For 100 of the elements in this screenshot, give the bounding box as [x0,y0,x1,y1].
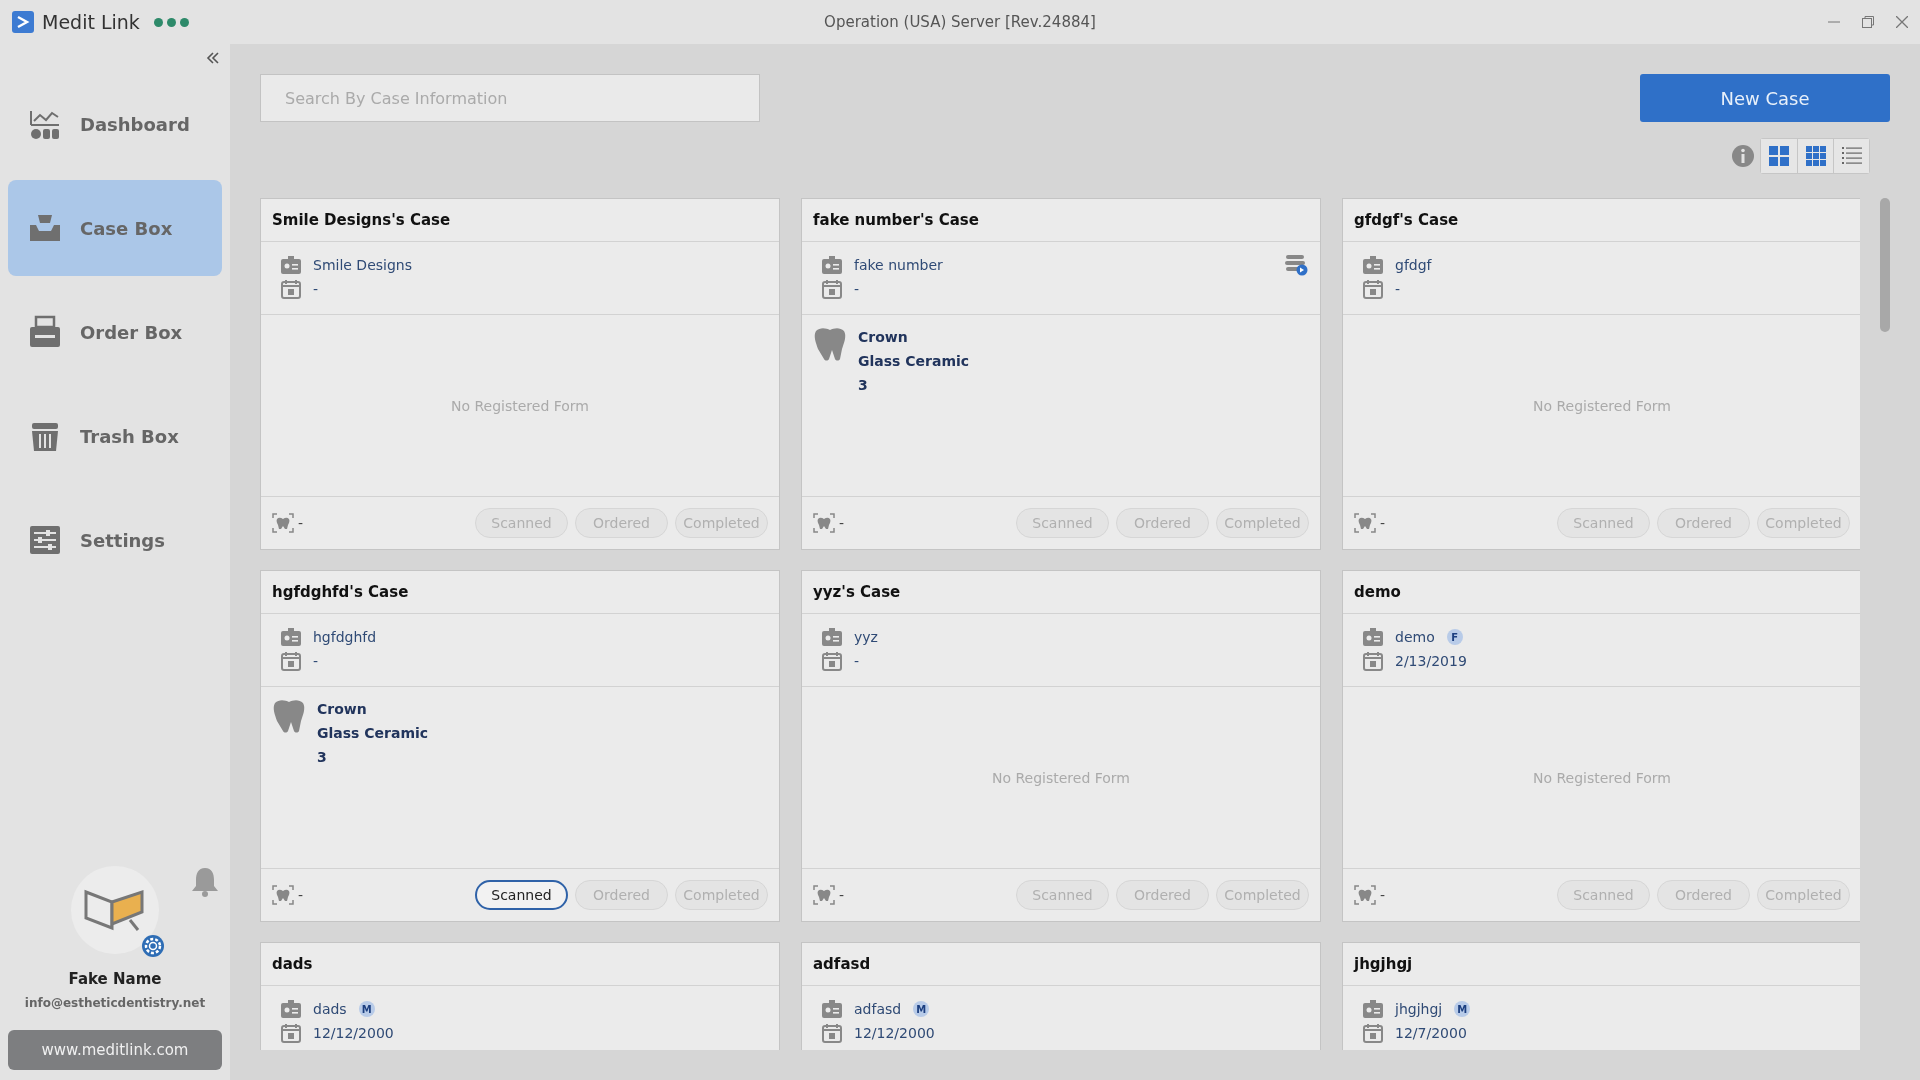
empty-form-text: No Registered Form [1532,397,1671,414]
scanned-tooth-icon [1354,513,1376,533]
empty-form-text: No Registered Form [1532,769,1671,786]
avatar[interactable] [71,866,159,954]
status-button[interactable]: Scanned [475,880,568,910]
view-toggle-button[interactable] [1833,139,1869,173]
calendar-icon [281,1023,301,1043]
gender-badge: M [358,1001,375,1017]
tooth-number: 3 [317,748,328,767]
view-toggle-button[interactable] [1761,139,1797,173]
id-card-icon [281,1000,301,1018]
list-icon [1841,147,1862,165]
case-title: Smile Designs's Case [272,211,451,229]
case-title: adfasd [813,955,871,973]
case-title: demo [1354,583,1401,601]
tooth-number: 3 [858,376,869,395]
id-card-icon [1363,1000,1383,1018]
restoration-material: Glass Ceramic [317,724,429,743]
gender-badge: M [913,1001,930,1017]
sidebar-item[interactable]: Order Box [8,284,222,380]
scan-count: - [839,515,845,531]
sidebar-item[interactable]: Settings [8,492,222,588]
search-field[interactable]: Search By Case Information [260,74,760,122]
empty-form-text: No Registered Form [991,769,1130,786]
id-card-icon [822,628,842,646]
calendar-icon [822,279,842,299]
scan-count: - [839,887,845,903]
patient-name: yyz [854,629,878,645]
case-date: 12/12/2000 [313,1025,394,1041]
gender-badge: F [1446,629,1463,645]
case-date: - [1395,281,1401,297]
scan-count: - [298,515,304,531]
user-name: Fake Name [68,970,162,988]
case-title: hgfdghfd's Case [272,583,409,601]
patient-name: hgfdghfd [313,629,377,645]
scanned-tooth-icon [1354,885,1376,905]
user-email: info@estheticdentistry.net [24,996,206,1010]
app-name: Medit Link [42,11,140,33]
case-title: jhgjhgj [1354,955,1413,973]
patient-name: fake number [854,257,943,273]
calendar-icon [281,651,301,671]
case-date: 12/12/2000 [854,1025,935,1041]
case-date: 2/13/2019 [1395,653,1467,669]
calendar-icon [1363,279,1383,299]
id-card-icon [281,256,301,274]
window-title: Operation (USA) Server [Rev.24884] [824,13,1096,31]
case-date: - [854,653,860,669]
case-date: - [313,281,319,297]
id-card-icon [822,256,842,274]
scanned-tooth-icon [813,885,835,905]
case-title: gfdgf's Case [1354,211,1459,229]
scanned-tooth-icon [272,513,294,533]
info-icon[interactable] [1732,145,1754,167]
status-dots-icon [153,17,189,27]
patient-name: jhgjhgj [1395,1001,1443,1017]
case-card[interactable]: dads dads M 12/12/2000 [260,942,780,1050]
grid-icon [1769,146,1789,166]
new-case-button[interactable]: New Case [1640,74,1890,122]
id-card-icon [281,628,301,646]
case-title: fake number's Case [813,211,979,229]
restoration-type: Crown [858,328,909,347]
sidebar-item[interactable]: Dashboard [8,76,222,172]
id-card-icon [1363,256,1383,274]
scanned-tooth-icon [813,513,835,533]
patient-name: gfdgf [1395,257,1432,273]
scan-count: - [298,887,304,903]
case-title: dads [272,955,313,973]
patient-name: Smile Designs [313,257,412,273]
sidebar-item[interactable]: Case Box [8,180,222,276]
scan-count: - [1380,515,1386,531]
restoration-material: Glass Ceramic [858,352,970,371]
case-date: - [854,281,860,297]
gear-icon [141,934,165,958]
case-date: - [313,653,319,669]
gender-badge: M [1454,1001,1471,1017]
case-title: yyz's Case [813,583,901,601]
view-toggle-button[interactable] [1797,139,1833,173]
calendar-icon [822,651,842,671]
app-logo-icon [12,11,34,33]
website-link[interactable]: www.meditlink.com [8,1030,222,1070]
restoration-type: Crown [317,700,368,719]
patient-name: adfasd [854,1001,902,1017]
grid-icon [1805,146,1826,166]
scanned-tooth-icon [272,885,294,905]
close-icon[interactable] [1896,16,1908,28]
id-card-icon [1363,628,1383,646]
sliders-icon [28,523,62,557]
restore-icon[interactable] [1862,16,1874,28]
empty-form-text: No Registered Form [450,397,589,414]
calendar-icon [822,1023,842,1043]
scan-count: - [1380,887,1386,903]
sidebar-item[interactable]: Trash Box [8,388,222,484]
printer-icon [28,315,62,349]
case-card[interactable]: jhgjhgj jhgjhgj M 12/7/2000 [1342,942,1860,1050]
calendar-icon [281,279,301,299]
patient-name: demo [1395,629,1435,645]
bell-icon[interactable] [190,866,220,898]
calendar-icon [1363,651,1383,671]
id-card-icon [822,1000,842,1018]
case-card[interactable]: adfasd adfasd M 12/12/2000 [801,942,1321,1050]
